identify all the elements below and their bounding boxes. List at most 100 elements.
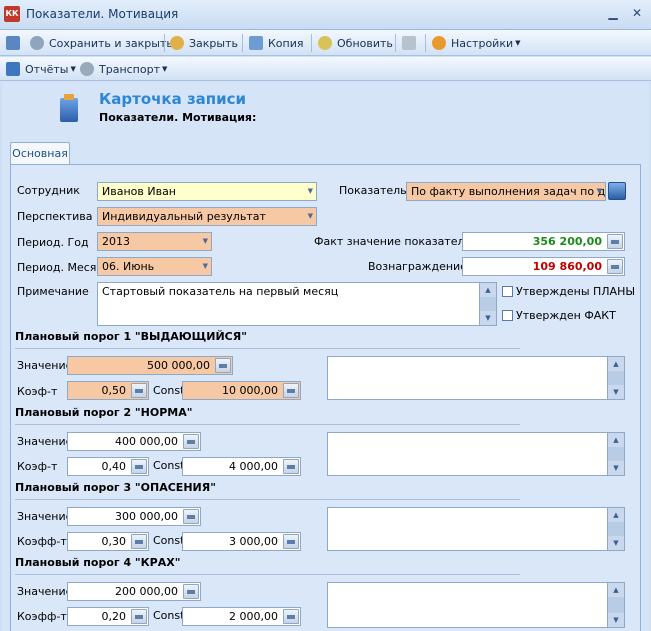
scroll-up-icon[interactable]: ▲: [608, 508, 624, 522]
threshold-value-field[interactable]: 500 000,00: [67, 356, 233, 375]
threshold-const-field[interactable]: 2 000,00: [182, 607, 301, 626]
month-label: Период. Месяц: [17, 261, 104, 274]
threshold-coef-field[interactable]: 0,50: [67, 381, 149, 400]
threshold-note[interactable]: ▲ ▼: [327, 432, 625, 476]
scroll-down-icon[interactable]: ▼: [608, 385, 624, 399]
indicator-label: Показатель: [339, 184, 407, 197]
tab-main[interactable]: Основная: [10, 142, 70, 165]
scrollbar[interactable]: ▲ ▼: [607, 508, 624, 550]
calculator-icon[interactable]: [183, 509, 199, 524]
threshold-note[interactable]: ▲ ▼: [327, 582, 625, 628]
save-close-button[interactable]: Сохранить и закрыть: [30, 32, 173, 54]
note-textarea[interactable]: Стартовый показатель на первый месяц ▲ ▼: [97, 282, 497, 326]
divider: [15, 424, 520, 425]
chevron-down-icon[interactable]: ▼: [308, 208, 313, 225]
divider: [15, 499, 520, 500]
month-select[interactable]: 06. Июнь ▼: [97, 257, 212, 276]
calculator-icon[interactable]: [215, 358, 231, 373]
export-icon: [402, 36, 416, 50]
scroll-up-icon[interactable]: ▲: [480, 283, 496, 297]
threshold-title: Плановый порог 4 "КРАХ": [15, 556, 181, 569]
calculator-icon[interactable]: [183, 584, 199, 599]
calculator-icon[interactable]: [183, 434, 199, 449]
floppy-icon: [6, 36, 20, 50]
minimize-icon[interactable]: ▁: [605, 5, 621, 21]
settings-button[interactable]: Настройки ▼: [432, 32, 521, 54]
calculator-icon[interactable]: [283, 609, 299, 624]
scroll-up-icon[interactable]: ▲: [608, 583, 624, 597]
reports-icon: [6, 62, 20, 76]
reports-button[interactable]: Отчёты ▼: [6, 58, 76, 80]
scrollbar[interactable]: ▲ ▼: [607, 357, 624, 399]
copy-button[interactable]: Копия: [249, 32, 304, 54]
export-button[interactable]: [402, 32, 421, 54]
threshold-const-field[interactable]: 10 000,00: [182, 381, 301, 400]
year-select[interactable]: 2013 ▼: [97, 232, 212, 251]
threshold-const-label: Const: [153, 534, 185, 547]
perspective-select[interactable]: Индивидуальный результат ▼: [97, 207, 317, 226]
calculator-icon[interactable]: [131, 609, 147, 624]
fact-approved-checkbox[interactable]: Утвержден ФАКТ: [502, 309, 616, 322]
calculator-icon[interactable]: [131, 459, 147, 474]
note-label: Примечание: [17, 285, 89, 298]
scroll-down-icon[interactable]: ▼: [608, 461, 624, 475]
threshold-coef-label: Коэфф-т: [17, 535, 67, 548]
indicator-open-icon[interactable]: [608, 182, 626, 200]
plans-approved-checkbox[interactable]: Утверждены ПЛАНЫ: [502, 285, 635, 298]
threshold-const-field[interactable]: 3 000,00: [182, 532, 301, 551]
card-title: Карточка записи: [99, 90, 247, 108]
chevron-down-icon: ▼: [515, 39, 521, 47]
threshold-title: Плановый порог 1 "ВЫДАЮЩИЙСЯ": [15, 330, 247, 343]
employee-select[interactable]: Иванов Иван ▼: [97, 182, 317, 201]
calculator-icon[interactable]: [283, 459, 299, 474]
divider: [15, 348, 520, 349]
close-button[interactable]: Закрыть: [170, 32, 238, 54]
scrollbar[interactable]: ▲ ▼: [607, 583, 624, 627]
calculator-icon[interactable]: [283, 383, 299, 398]
calculator-icon[interactable]: [283, 534, 299, 549]
transport-button[interactable]: Транспорт ▼: [80, 58, 167, 80]
save-button[interactable]: [6, 32, 25, 54]
reward-field[interactable]: 109 860,00: [462, 257, 625, 276]
threshold-value-field[interactable]: 300 000,00: [67, 507, 201, 526]
save-close-icon: [30, 36, 44, 50]
calculator-icon[interactable]: [607, 234, 623, 249]
card-subtitle: Показатели. Мотивация:: [99, 111, 257, 124]
gear-icon: [432, 36, 446, 50]
calculator-icon[interactable]: [131, 534, 147, 549]
copy-icon: [249, 36, 263, 50]
scroll-down-icon[interactable]: ▼: [480, 311, 496, 325]
scroll-up-icon[interactable]: ▲: [608, 433, 624, 447]
threshold-coef-label: Коэф-т: [17, 460, 58, 473]
threshold-value-field[interactable]: 200 000,00: [67, 582, 201, 601]
threshold-value-field[interactable]: 400 000,00: [67, 432, 201, 451]
window-title: Показатели. Мотивация: [26, 7, 179, 21]
separator: [311, 34, 312, 52]
threshold-note[interactable]: ▲ ▼: [327, 356, 625, 400]
calculator-icon[interactable]: [131, 383, 147, 398]
threshold-note[interactable]: ▲ ▼: [327, 507, 625, 551]
threshold-coef-field[interactable]: 0,20: [67, 607, 149, 626]
threshold-const-field[interactable]: 4 000,00: [182, 457, 301, 476]
scrollbar[interactable]: ▲ ▼: [607, 433, 624, 475]
threshold-const-label: Const: [153, 459, 185, 472]
threshold-const-label: Const: [153, 609, 185, 622]
chevron-down-icon[interactable]: ▼: [308, 183, 313, 200]
year-label: Период. Год: [17, 236, 89, 249]
chevron-down-icon[interactable]: ▼: [597, 183, 602, 200]
scroll-down-icon[interactable]: ▼: [608, 536, 624, 550]
scrollbar[interactable]: ▲ ▼: [479, 283, 496, 325]
scroll-up-icon[interactable]: ▲: [608, 357, 624, 371]
indicator-select[interactable]: По факту выполнения задач по дог ▼: [406, 182, 606, 201]
close-icon[interactable]: ✕: [629, 5, 645, 21]
refresh-icon: [318, 36, 332, 50]
scroll-down-icon[interactable]: ▼: [608, 613, 624, 627]
threshold-coef-field[interactable]: 0,40: [67, 457, 149, 476]
refresh-button[interactable]: Обновить: [318, 32, 393, 54]
chevron-down-icon[interactable]: ▼: [203, 233, 208, 250]
chevron-down-icon[interactable]: ▼: [203, 258, 208, 275]
fact-field[interactable]: 356 200,00: [462, 232, 625, 251]
calculator-icon[interactable]: [607, 259, 623, 274]
threshold-coef-field[interactable]: 0,30: [67, 532, 149, 551]
clipboard-icon: [60, 94, 78, 122]
